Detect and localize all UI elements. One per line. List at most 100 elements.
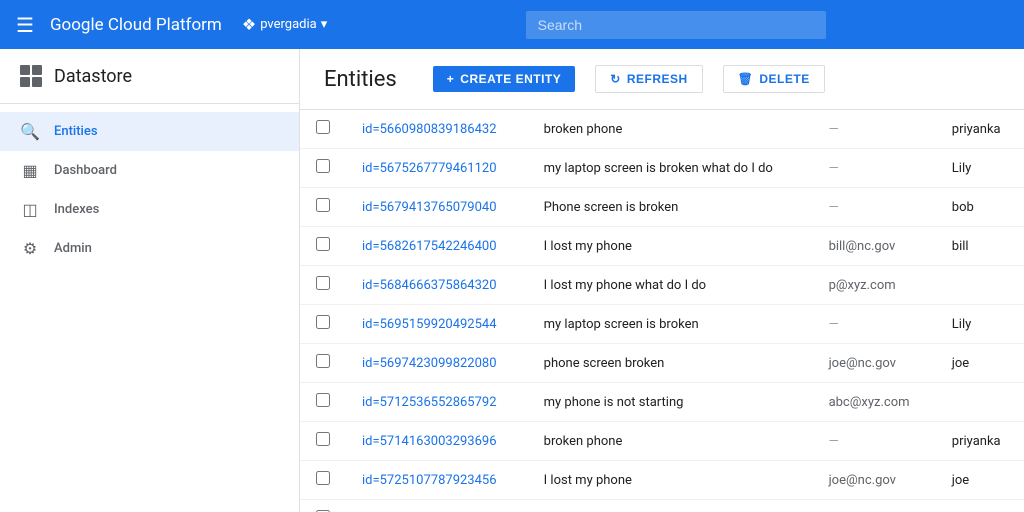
row-checkbox[interactable] <box>316 432 330 446</box>
sidebar-item-dashboard[interactable]: ▦ Dashboard <box>0 151 299 190</box>
entity-message: I lost my phone what do I do <box>528 266 813 305</box>
entity-email: — <box>813 500 936 512</box>
row-checkbox[interactable] <box>316 354 330 368</box>
row-checkbox[interactable] <box>316 198 330 212</box>
row-checkbox[interactable] <box>316 237 330 251</box>
entity-message: my phone is not starting <box>528 383 813 422</box>
entity-id: id=5679413765079040 <box>346 188 528 227</box>
entity-id: id=5695159920492544 <box>346 305 528 344</box>
entity-email: p@xyz.com <box>813 266 936 305</box>
create-label: CREATE ENTITY <box>460 72 561 86</box>
table-row: id=5675267779461120my laptop screen is b… <box>300 149 1024 188</box>
entity-id: id=5712536552865792 <box>346 383 528 422</box>
row-checkbox[interactable] <box>316 315 330 329</box>
dashboard-icon: ▦ <box>20 161 40 180</box>
table-row: id=5660980839186432broken phone—priyanka <box>300 110 1024 149</box>
entity-message: Phone screen is broken <box>528 188 813 227</box>
sidebar-label-dashboard: Dashboard <box>54 163 117 178</box>
table-row: id=5734055144995400broken phone— <box>300 500 1024 512</box>
search-input[interactable] <box>526 11 826 39</box>
entity-name: Lily <box>936 305 1024 344</box>
entity-id: id=5684666375864320 <box>346 266 528 305</box>
entity-email: — <box>813 110 936 149</box>
entity-id: id=5682617542246400 <box>346 227 528 266</box>
entity-name: priyanka <box>936 422 1024 461</box>
table-row: id=5684666375864320I lost my phone what … <box>300 266 1024 305</box>
entity-name: priyanka <box>936 110 1024 149</box>
entity-id: id=5725107787923456 <box>346 461 528 500</box>
entity-id: id=5660980839186432 <box>346 110 528 149</box>
delete-button[interactable]: 🗑 DELETE <box>723 65 825 93</box>
entity-message: my laptop screen is broken what do I do <box>528 149 813 188</box>
entity-message: I lost my phone <box>528 461 813 500</box>
entity-name: Lily <box>936 149 1024 188</box>
app-title: Google Cloud Platform <box>50 15 222 35</box>
sidebar-nav: 🔍 Entities ▦ Dashboard ◫ Indexes ⚙ Admin <box>0 104 299 276</box>
entity-name <box>936 500 1024 512</box>
entity-id: id=5697423099822080 <box>346 344 528 383</box>
page-title: Entities <box>324 67 397 92</box>
row-checkbox[interactable] <box>316 159 330 173</box>
row-checkbox[interactable] <box>316 471 330 485</box>
entity-name <box>936 266 1024 305</box>
entities-table-container: id=5660980839186432broken phone—priyanka… <box>300 110 1024 512</box>
entities-table: id=5660980839186432broken phone—priyanka… <box>300 110 1024 512</box>
entity-message: broken phone <box>528 110 813 149</box>
entity-id: id=5714163003293696 <box>346 422 528 461</box>
entity-id: id=5675267779461120 <box>346 149 528 188</box>
entity-email: — <box>813 188 936 227</box>
entity-email: — <box>813 149 936 188</box>
table-row: id=5714163003293696broken phone—priyanka <box>300 422 1024 461</box>
refresh-label: REFRESH <box>627 72 688 86</box>
entity-email: joe@nc.gov <box>813 344 936 383</box>
top-header: ☰ Google Cloud Platform ❖ pvergadia ▾ <box>0 0 1024 49</box>
project-name: pvergadia <box>260 17 317 32</box>
refresh-button[interactable]: ↻ REFRESH <box>595 65 702 93</box>
sidebar-label-admin: Admin <box>54 241 92 256</box>
entity-email: — <box>813 305 936 344</box>
entity-message: broken phone <box>528 422 813 461</box>
entity-name: joe <box>936 344 1024 383</box>
table-row: id=5695159920492544my laptop screen is b… <box>300 305 1024 344</box>
plus-icon: + <box>447 72 455 86</box>
main-layout: Datastore 🔍 Entities ▦ Dashboard ◫ Index… <box>0 49 1024 512</box>
sidebar-label-indexes: Indexes <box>54 202 99 217</box>
datastore-icon <box>20 65 42 87</box>
sidebar-item-admin[interactable]: ⚙ Admin <box>0 229 299 268</box>
sidebar-title: Datastore <box>54 66 132 87</box>
entity-email: — <box>813 422 936 461</box>
delete-icon: 🗑 <box>738 72 754 86</box>
refresh-icon: ↻ <box>610 72 621 86</box>
menu-icon[interactable]: ☰ <box>12 9 38 41</box>
entity-message: phone screen broken <box>528 344 813 383</box>
sidebar-label-entities: Entities <box>54 124 98 139</box>
content-area: Entities + CREATE ENTITY ↻ REFRESH 🗑 DEL… <box>300 49 1024 512</box>
entity-name: joe <box>936 461 1024 500</box>
entity-name: bob <box>936 188 1024 227</box>
project-dropdown-icon: ▾ <box>321 17 328 32</box>
entity-email: joe@nc.gov <box>813 461 936 500</box>
project-icon: ❖ <box>242 15 256 34</box>
entity-message: I lost my phone <box>528 227 813 266</box>
sidebar-header: Datastore <box>0 49 299 104</box>
entity-message: broken phone <box>528 500 813 512</box>
entity-name <box>936 383 1024 422</box>
sidebar-item-indexes[interactable]: ◫ Indexes <box>0 190 299 229</box>
delete-label: DELETE <box>759 72 809 86</box>
project-selector[interactable]: ❖ pvergadia ▾ <box>242 15 327 34</box>
entity-message: my laptop screen is broken <box>528 305 813 344</box>
row-checkbox[interactable] <box>316 120 330 134</box>
search-icon: 🔍 <box>20 122 40 141</box>
sidebar: Datastore 🔍 Entities ▦ Dashboard ◫ Index… <box>0 49 300 512</box>
table-row: id=5679413765079040Phone screen is broke… <box>300 188 1024 227</box>
create-entity-button[interactable]: + CREATE ENTITY <box>433 66 575 92</box>
entity-email: abc@xyz.com <box>813 383 936 422</box>
content-header: Entities + CREATE ENTITY ↻ REFRESH 🗑 DEL… <box>300 49 1024 110</box>
table-row: id=5697423099822080phone screen brokenjo… <box>300 344 1024 383</box>
row-checkbox[interactable] <box>316 276 330 290</box>
sidebar-item-entities[interactable]: 🔍 Entities <box>0 112 299 151</box>
table-row: id=5712536552865792my phone is not start… <box>300 383 1024 422</box>
entity-name: bill <box>936 227 1024 266</box>
table-row: id=5682617542246400I lost my phonebill@n… <box>300 227 1024 266</box>
row-checkbox[interactable] <box>316 393 330 407</box>
